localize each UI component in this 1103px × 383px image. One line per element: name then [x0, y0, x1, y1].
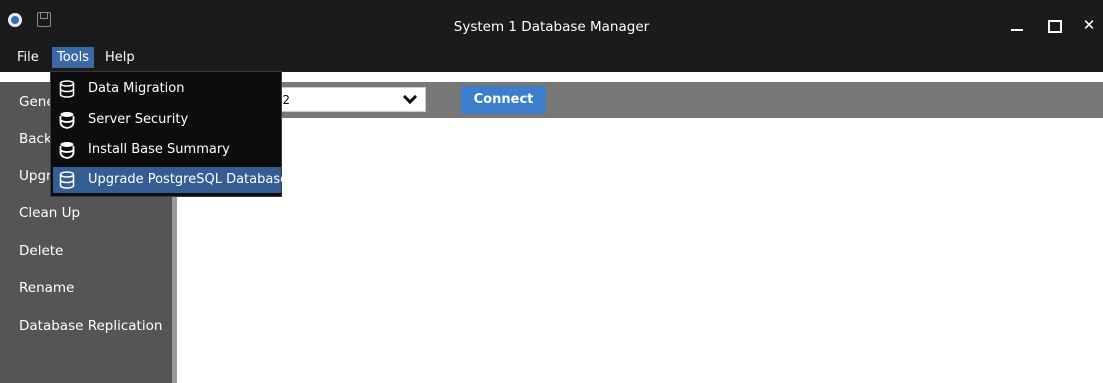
title-bar: System 1 Database Manager ✕ [0, 0, 1103, 43]
menu-item-upgrade-postgresql-database[interactable]: Upgrade PostgreSQL Database [53, 167, 288, 193]
database-icon [59, 80, 75, 98]
sidebar-item-delete[interactable]: Delete [19, 243, 63, 259]
menu-bar: File Tools Help [0, 43, 1103, 72]
sidebar-item-rename[interactable]: Rename [19, 280, 74, 296]
database-icon [59, 171, 75, 189]
menu-tools[interactable]: Tools [52, 47, 95, 68]
tools-dropdown-menu: Data Migration Server Security Install B… [50, 71, 288, 197]
chevron-down-icon[interactable] [402, 89, 418, 105]
sidebar-item-upgrade[interactable]: Upgr [19, 168, 52, 184]
sidebar-item-clean-up[interactable]: Clean Up [19, 205, 80, 221]
database-shield-icon [59, 142, 75, 159]
toolbar: M2 Connect [177, 82, 1103, 118]
menu-item-install-base-summary[interactable]: Install Base Summary [53, 137, 281, 163]
close-button[interactable]: ✕ [1080, 16, 1098, 34]
sidebar-item-backup[interactable]: Back [19, 131, 52, 147]
menu-item-data-migration[interactable]: Data Migration [53, 76, 281, 102]
main-content-area [177, 118, 1103, 383]
menu-item-label: Server Security [88, 112, 189, 127]
sidebar-item-database-replication[interactable]: Database Replication [19, 318, 162, 334]
maximize-button[interactable] [1044, 16, 1062, 34]
database-shield-icon [59, 112, 75, 129]
menu-item-label: Data Migration [88, 81, 185, 96]
database-server-select[interactable]: M2 [265, 87, 426, 112]
menu-item-server-security[interactable]: Server Security [53, 107, 281, 133]
menu-item-label: Upgrade PostgreSQL Database [88, 172, 289, 187]
menu-file[interactable]: File [12, 47, 44, 68]
connect-button[interactable]: Connect [461, 86, 546, 114]
window-title: System 1 Database Manager [453, 19, 650, 35]
menu-help[interactable]: Help [100, 47, 140, 68]
menu-item-label: Install Base Summary [88, 142, 230, 157]
minimize-button[interactable] [1008, 16, 1026, 34]
